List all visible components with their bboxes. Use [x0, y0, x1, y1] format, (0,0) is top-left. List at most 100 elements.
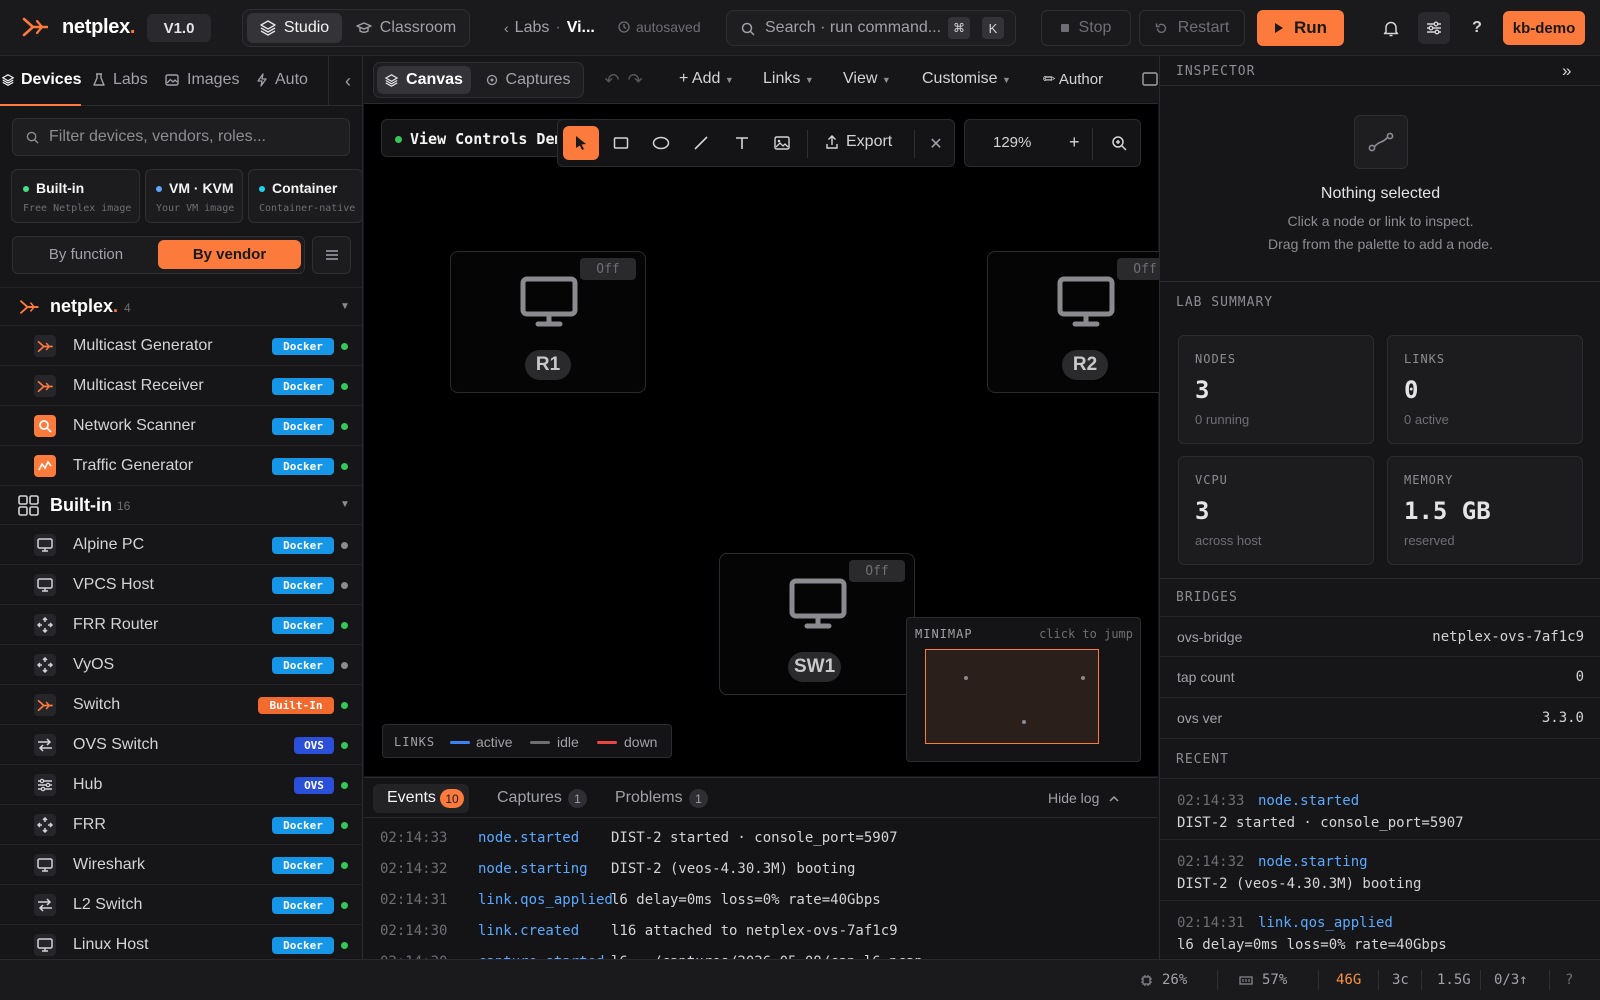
restart-button[interactable]: Restart: [1139, 10, 1245, 46]
bell-icon[interactable]: [1375, 12, 1407, 44]
device-item[interactable]: FRR Router Docker: [0, 605, 362, 645]
tab-auto[interactable]: Auto: [257, 71, 308, 89]
hide-log-button[interactable]: Hide log: [1048, 790, 1119, 806]
menu-links[interactable]: Links ▼: [763, 70, 814, 88]
recent-event[interactable]: 02:14:33 node.started DIST-2 started · con…: [1160, 778, 1600, 839]
device-item[interactable]: Traffic Generator Docker: [0, 446, 362, 486]
zoom-fit-icon[interactable]: [1111, 135, 1127, 151]
rectangle-tool[interactable]: [603, 126, 639, 160]
toolbar-divider: [914, 130, 915, 158]
text-tool[interactable]: [724, 126, 760, 160]
node-r1[interactable]: Off R1: [450, 251, 646, 393]
device-item[interactable]: Hub OVS: [0, 765, 362, 805]
device-item[interactable]: Linux Host Docker: [0, 925, 362, 959]
recent-event[interactable]: 02:14:31 link.qos_applied l6 delay=0ms los…: [1160, 900, 1600, 959]
device-item[interactable]: Network Scanner Docker: [0, 406, 362, 446]
device-label: Hub: [73, 776, 103, 793]
device-item[interactable]: Wireshark Docker: [0, 845, 362, 885]
menu-add[interactable]: + Add ▼: [679, 70, 734, 88]
device-item[interactable]: Multicast Generator Docker: [0, 326, 362, 366]
group-by-function[interactable]: By function: [16, 240, 156, 269]
log-row[interactable]: 02:14:30 link.created l16 attached to netp…: [364, 919, 1158, 950]
log-row[interactable]: 02:14:30capture.startedl6 → /captures/20…: [364, 950, 1158, 959]
close-icon[interactable]: ✕: [925, 132, 947, 156]
device-item[interactable]: FRR Docker: [0, 805, 362, 845]
zoom-in-button[interactable]: +: [1069, 132, 1080, 153]
log-row[interactable]: 02:14:32 node.starting DIST-2 (veos-4.30.3…: [364, 857, 1158, 888]
runtime-badge: Docker: [272, 577, 334, 594]
device-item[interactable]: L2 Switch Docker: [0, 885, 362, 925]
tab-captures[interactable]: Captures: [476, 66, 580, 94]
log-row[interactable]: 02:14:33 node.started DIST-2 started · con…: [364, 826, 1158, 857]
command-search[interactable]: Search · run command... ⌘ K: [726, 10, 1016, 46]
menu-customise[interactable]: Customise ▼: [922, 70, 1011, 88]
log-tab-captures[interactable]: Captures: [497, 789, 562, 807]
menu-view[interactable]: View ▼: [843, 70, 891, 88]
image-tool[interactable]: [764, 126, 800, 160]
tab-studio[interactable]: Studio: [247, 13, 342, 43]
user-badge[interactable]: kb-demo: [1503, 11, 1585, 45]
device-label: Multicast Generator: [73, 337, 213, 354]
device-item[interactable]: VPCS Host Docker: [0, 565, 362, 605]
log-time: 02:14:30: [380, 923, 448, 939]
export-button[interactable]: Export: [826, 133, 892, 151]
device-filter-input[interactable]: Filter devices, vendors, roles...: [12, 118, 350, 156]
source-card-builtin[interactable]: Built-in Free Netplex image: [11, 169, 140, 223]
device-item[interactable]: Multicast Receiver Docker: [0, 366, 362, 406]
device-sidebar: Devices Labs Images Auto ‹ Filter device…: [0, 56, 363, 959]
node-sw1[interactable]: Off SW1: [719, 553, 915, 695]
group-header-netplex[interactable]: netplex. 4 ▼: [0, 287, 362, 326]
stop-button[interactable]: Stop: [1041, 10, 1131, 46]
help-icon[interactable]: ?: [1461, 12, 1493, 44]
tab-labs[interactable]: Labs: [93, 71, 148, 89]
group-name: netplex.: [50, 296, 118, 317]
device-label: Network Scanner: [73, 417, 196, 434]
tab-canvas[interactable]: Canvas: [377, 66, 471, 94]
select-tool[interactable]: [563, 126, 599, 160]
tab-images[interactable]: Images: [165, 71, 239, 89]
group-by-vendor[interactable]: By vendor: [158, 240, 301, 269]
run-button[interactable]: Run: [1257, 10, 1344, 46]
lab-name-chip[interactable]: View Controls Dem: [381, 119, 571, 157]
line-tool[interactable]: [683, 126, 719, 160]
collapse-inspector-icon[interactable]: »: [1562, 61, 1571, 81]
node-label: R1: [525, 350, 571, 380]
tab-classroom[interactable]: Classroom: [350, 13, 462, 43]
chevron-left-icon[interactable]: ‹: [504, 20, 509, 36]
status-help[interactable]: ?: [1565, 972, 1573, 988]
zoom-level[interactable]: 129%: [993, 134, 1031, 151]
log-row[interactable]: 02:14:31 link.qos_applied l6 delay=0ms los…: [364, 888, 1158, 919]
author-button[interactable]: ✏ Author: [1043, 70, 1103, 88]
source-card-container[interactable]: Container Container-native: [248, 169, 362, 223]
breadcrumb-current[interactable]: Vi...: [567, 19, 595, 37]
monitor-icon: [520, 276, 578, 328]
tab-images-label: Images: [187, 71, 240, 88]
undo-icon[interactable]: ↶: [601, 70, 623, 90]
tab-devices[interactable]: Devices: [0, 56, 82, 106]
minimap[interactable]: MINIMAP click to jump: [906, 617, 1141, 762]
clock-icon: [618, 21, 630, 33]
image-icon[interactable]: [1142, 72, 1158, 86]
settings-sliders-icon[interactable]: [1418, 12, 1450, 44]
recent-event[interactable]: 02:14:32 node.starting DIST-2 (veos-4.30.3…: [1160, 839, 1600, 900]
minimap-viewport[interactable]: [925, 649, 1099, 744]
status-dot: [341, 942, 348, 949]
list-view-icon[interactable]: [312, 236, 351, 274]
topology-canvas[interactable]: View Controls Dem Export ✕ 129% + Off R1…: [364, 104, 1183, 776]
node-r2[interactable]: Off R2: [987, 251, 1183, 393]
log-message: l16 attached to netplex-ovs-7af1c9: [611, 923, 898, 939]
device-item[interactable]: Switch Built-In: [0, 685, 362, 725]
device-item[interactable]: OVS Switch OVS: [0, 725, 362, 765]
breadcrumb-labs[interactable]: Labs: [515, 19, 550, 37]
source-card-vm[interactable]: VM · KVM Your VM image: [145, 169, 243, 223]
legend-swatch-active: [450, 741, 470, 744]
group-header-builtin[interactable]: Built-in 16 ▼: [0, 485, 362, 525]
redo-icon[interactable]: ↷: [624, 70, 646, 90]
ellipse-tool[interactable]: [643, 126, 679, 160]
device-item[interactable]: VyOS Docker: [0, 645, 362, 685]
collapse-sidebar-icon[interactable]: ‹: [334, 66, 362, 96]
device-item[interactable]: Alpine PC Docker: [0, 525, 362, 565]
log-tab-problems[interactable]: Problems: [615, 789, 683, 807]
log-message: l6 delay=0ms loss=0% rate=40Gbps: [611, 892, 881, 908]
app-brand[interactable]: netplex.: [62, 16, 136, 39]
